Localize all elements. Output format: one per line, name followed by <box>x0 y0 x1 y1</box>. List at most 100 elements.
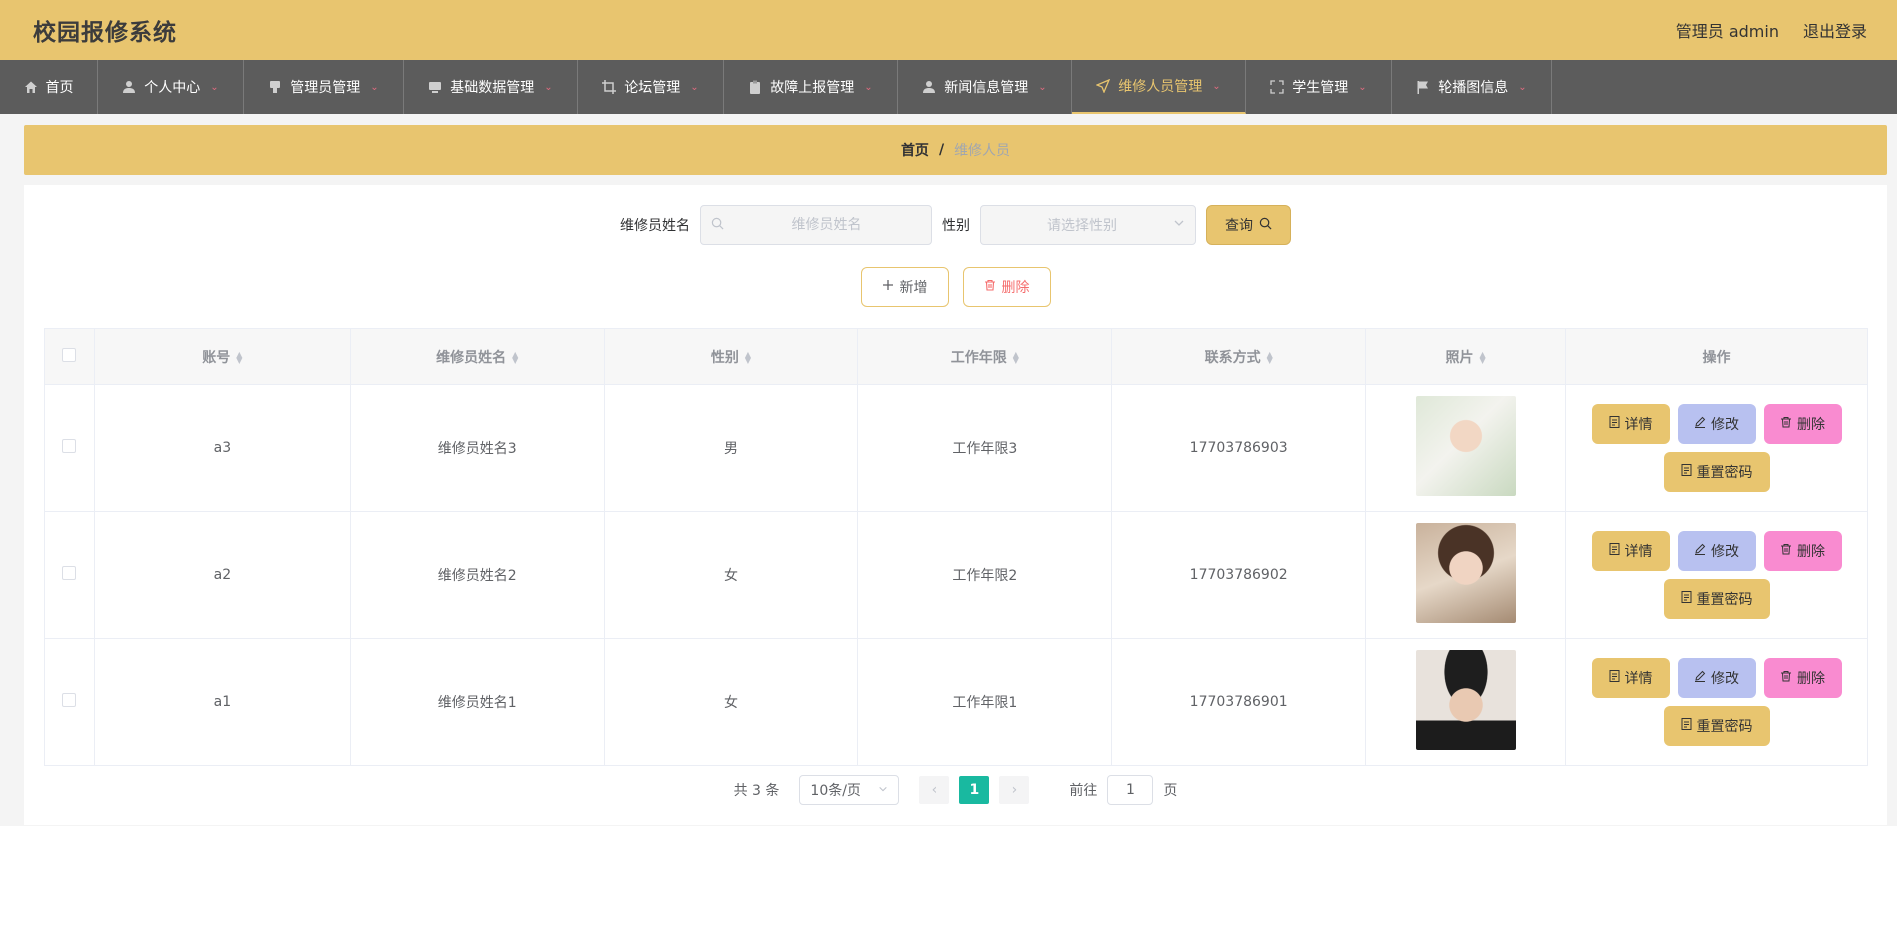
nav-item-news[interactable]: 新闻信息管理 ⌄ <box>898 60 1072 114</box>
name-filter-box[interactable] <box>700 205 932 245</box>
chevron-down-icon: ⌄ <box>370 81 379 93</box>
chevron-down-icon <box>878 782 888 798</box>
row-checkbox[interactable] <box>62 566 77 580</box>
nav-label: 故障上报管理 <box>770 80 855 96</box>
trash-icon <box>1780 416 1792 432</box>
query-button-label: 查询 <box>1225 218 1253 234</box>
breadcrumb-current: 维修人员 <box>954 143 1011 159</box>
add-button[interactable]: 新增 <box>860 267 949 307</box>
nav-item-profile[interactable]: 个人中心 ⌄ <box>98 60 244 114</box>
page-size-select[interactable]: 10条/页 <box>799 775 900 805</box>
sort-icon[interactable]: ▲ ▼ <box>512 350 518 364</box>
pagination: 共 3 条 10条/页 ‹ 1 › 前往 页 <box>24 775 1887 805</box>
nav-item-fault-report[interactable]: 故障上报管理 ⌄ <box>724 60 898 114</box>
search-form: 维修员姓名 性别 请选择性别 查询 <box>24 205 1887 245</box>
nav-item-students[interactable]: 学生管理 ⌄ <box>1246 60 1392 114</box>
flag-icon <box>1416 80 1430 94</box>
next-page-button[interactable]: › <box>999 776 1030 804</box>
document-icon <box>1681 591 1692 607</box>
cell-account: a1 <box>93 638 351 766</box>
monitor-icon <box>428 80 442 94</box>
detail-label: 详情 <box>1624 417 1653 433</box>
nav-item-carousel[interactable]: 轮播图信息 ⌄ <box>1392 60 1552 114</box>
staff-photo[interactable] <box>1415 523 1516 623</box>
staff-photo[interactable] <box>1415 650 1516 750</box>
nav-item-base-data[interactable]: 基础数据管理 ⌄ <box>404 60 578 114</box>
document-icon <box>1681 718 1692 734</box>
header-user-area: 管理员 admin 退出登录 <box>1676 18 1867 42</box>
cell-account: a2 <box>93 511 351 639</box>
col-photo[interactable]: 照片 ▲ ▼ <box>1365 328 1567 385</box>
name-filter-input[interactable] <box>732 217 921 233</box>
page-size-value: 10条/页 <box>810 783 861 799</box>
row-checkbox[interactable] <box>62 439 77 453</box>
cell-phone: 17703786903 <box>1111 384 1367 512</box>
col-label: 账号 <box>202 349 231 366</box>
sort-icon[interactable]: ▲ ▼ <box>1267 350 1273 364</box>
delete-button[interactable]: 删除 <box>1763 531 1842 571</box>
page-number[interactable]: 1 <box>959 776 990 804</box>
prev-page-button[interactable]: ‹ <box>919 776 950 804</box>
col-years[interactable]: 工作年限 ▲ ▼ <box>857 328 1113 385</box>
sort-icon[interactable]: ▲ ▼ <box>236 350 242 364</box>
table-header-row: 账号 ▲ ▼ 维修员姓名 ▲ ▼ 性别 ▲ ▼ 工作年限 ▲ ▼ 联系方式 ▲ ▼ 照片 ▲ ▼ 操作 <box>44 328 1868 385</box>
select-all-cell <box>44 328 95 385</box>
nav-item-repair-staff[interactable]: 维修人员管理 ⌄ <box>1072 60 1246 114</box>
sort-icon[interactable]: ▲ ▼ <box>1479 350 1485 364</box>
goto-page-input[interactable] <box>1107 775 1154 805</box>
user-label: 管理员 admin <box>1675 22 1779 41</box>
batch-delete-button[interactable]: 删除 <box>962 267 1051 307</box>
query-button[interactable]: 查询 <box>1206 205 1291 245</box>
col-gender[interactable]: 性别 ▲ ▼ <box>603 328 859 385</box>
chevron-down-icon: ⌄ <box>864 81 873 93</box>
detail-button[interactable]: 详情 <box>1591 531 1670 571</box>
detail-label: 详情 <box>1624 671 1653 687</box>
breadcrumb-home[interactable]: 首页 <box>901 140 929 160</box>
edit-button[interactable]: 修改 <box>1677 404 1756 444</box>
row-checkbox[interactable] <box>62 693 77 707</box>
send-icon <box>1096 79 1111 93</box>
edit-label: 修改 <box>1711 671 1739 687</box>
chevron-down-icon: ⌄ <box>1518 81 1527 93</box>
reset-password-button[interactable]: 重置密码 <box>1663 579 1770 619</box>
col-account[interactable]: 账号 ▲ ▼ <box>93 328 351 385</box>
trash-icon <box>1780 543 1792 559</box>
reset-password-label: 重置密码 <box>1696 592 1753 608</box>
detail-label: 详情 <box>1624 544 1653 560</box>
cell-years: 工作年限1 <box>857 638 1113 766</box>
chevron-down-icon: ⌄ <box>210 81 219 93</box>
edit-button[interactable]: 修改 <box>1677 531 1756 571</box>
nav-label: 轮播图信息 <box>1438 80 1509 96</box>
col-phone[interactable]: 联系方式 ▲ ▼ <box>1111 328 1367 385</box>
delete-button[interactable]: 删除 <box>1763 404 1842 444</box>
cell-operations: 详情 修改 删除 重置密码 <box>1565 638 1868 766</box>
row-select-cell <box>44 511 95 639</box>
nav-item-admin[interactable]: 管理员管理 ⌄ <box>244 60 404 114</box>
chevron-down-icon: ⌄ <box>1038 81 1047 93</box>
reset-password-button[interactable]: 重置密码 <box>1663 452 1770 492</box>
edit-button[interactable]: 修改 <box>1677 658 1756 698</box>
cell-years: 工作年限2 <box>857 511 1113 639</box>
delete-button[interactable]: 删除 <box>1763 658 1842 698</box>
detail-button[interactable]: 详情 <box>1591 404 1670 444</box>
trash-icon <box>1780 670 1792 686</box>
select-all-checkbox[interactable] <box>62 347 77 362</box>
reset-password-button[interactable]: 重置密码 <box>1663 706 1770 746</box>
col-name[interactable]: 维修员姓名 ▲ ▼ <box>349 328 605 385</box>
stamp-icon <box>268 80 282 94</box>
nav-item-home[interactable]: 首页 <box>0 60 98 114</box>
staff-photo[interactable] <box>1415 396 1516 496</box>
cell-phone: 17703786902 <box>1111 511 1367 639</box>
sort-icon[interactable]: ▲ ▼ <box>745 350 751 364</box>
gender-select[interactable]: 请选择性别 <box>980 205 1196 245</box>
chevron-down-icon: ⌄ <box>544 81 553 93</box>
breadcrumb-separator: / <box>938 142 945 158</box>
logout-link[interactable]: 退出登录 <box>1803 18 1867 42</box>
col-operations: 操作 <box>1565 328 1868 385</box>
breadcrumb: 首页 / 维修人员 <box>24 125 1887 175</box>
nav-item-forum[interactable]: 论坛管理 ⌄ <box>578 60 724 114</box>
detail-button[interactable]: 详情 <box>1591 658 1670 698</box>
col-label: 照片 <box>1445 349 1474 366</box>
clipboard-icon <box>748 80 762 94</box>
sort-icon[interactable]: ▲ ▼ <box>1013 350 1019 364</box>
